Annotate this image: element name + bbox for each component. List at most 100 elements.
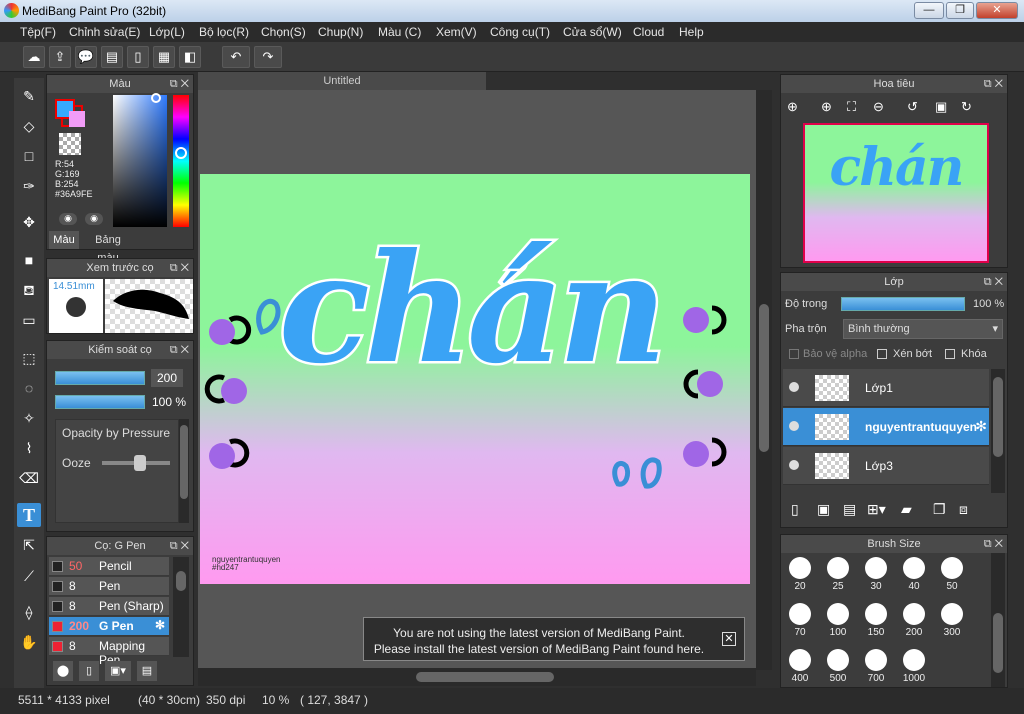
- panel-controls-icon[interactable]: ⧉ ✕: [984, 75, 1003, 93]
- brush-size-scrollbar[interactable]: [991, 553, 1005, 687]
- blend-mode-select[interactable]: Bình thường ▾: [843, 319, 1003, 339]
- brush-size-cell[interactable]: 500: [819, 645, 857, 687]
- select-rect-icon[interactable]: ⬚: [17, 346, 41, 370]
- visibility-icon[interactable]: [789, 460, 799, 470]
- move-icon[interactable]: ✥: [17, 210, 41, 234]
- grid-icon[interactable]: ▦: [153, 46, 175, 68]
- fill-square-icon[interactable]: ■: [17, 248, 41, 272]
- magic-wand-icon[interactable]: ✧: [17, 406, 41, 430]
- brush-settings-gear-icon[interactable]: ✻: [155, 618, 165, 632]
- panel-controls-icon[interactable]: ⧉ ✕: [984, 273, 1003, 291]
- rectangle-icon[interactable]: □: [17, 144, 41, 168]
- menu-select[interactable]: Chọn(S): [261, 25, 306, 39]
- text-icon[interactable]: T: [17, 503, 41, 527]
- brush-item-pencil[interactable]: 50 Pencil: [49, 557, 169, 576]
- folder-icon[interactable]: ▰: [901, 501, 912, 518]
- panel-controls-icon[interactable]: ⧉ ✕: [170, 537, 189, 555]
- new-brush-icon[interactable]: ▯: [79, 661, 99, 681]
- bucket-icon[interactable]: ⛾: [17, 278, 41, 302]
- hue-cursor[interactable]: [175, 147, 187, 159]
- visibility-icon[interactable]: [789, 421, 799, 431]
- brush-opacity-value[interactable]: 100 %: [147, 393, 191, 411]
- clipping-checkbox[interactable]: [877, 349, 887, 359]
- new-layer-icon[interactable]: ▯: [791, 501, 799, 518]
- eyedropper-icon[interactable]: ⟠: [17, 600, 41, 624]
- lasso-icon[interactable]: ◌: [17, 376, 41, 400]
- brush-size-cell[interactable]: 400: [781, 645, 819, 687]
- brush-size-cell[interactable]: 1000: [895, 645, 933, 687]
- redo-icon[interactable]: ↷: [254, 46, 282, 68]
- brush-size-cell[interactable]: 30: [857, 553, 895, 597]
- tab-color[interactable]: Màu: [49, 231, 79, 249]
- rotate-left-icon[interactable]: ↺: [907, 99, 918, 115]
- zoom-fit-icon[interactable]: ⊕: [787, 99, 798, 115]
- brush-item-pen-sharp[interactable]: 8 Pen (Sharp): [49, 597, 169, 616]
- panel-controls-icon[interactable]: ⧉ ✕: [170, 341, 189, 359]
- brush-size-cell[interactable]: 300: [933, 599, 971, 643]
- panel-icon[interactable]: ◧: [179, 46, 201, 68]
- zoom-out-icon[interactable]: ⊖: [873, 99, 884, 115]
- rotate-right-icon[interactable]: ↻: [961, 99, 972, 115]
- menu-view[interactable]: Xem(V): [436, 25, 477, 39]
- panel-controls-icon[interactable]: ⧉ ✕: [170, 75, 189, 93]
- layer-item-1[interactable]: Lớp1: [783, 369, 989, 407]
- transparent-swatch[interactable]: [59, 133, 81, 155]
- menu-color[interactable]: Màu (C): [378, 25, 421, 39]
- new-layer-8bit-icon[interactable]: ▣: [817, 501, 830, 518]
- brush-size-cell[interactable]: 150: [857, 599, 895, 643]
- brush-settings-icon[interactable]: ▤: [137, 661, 157, 681]
- brush-size-slider[interactable]: [55, 371, 145, 385]
- close-button[interactable]: ✕: [976, 2, 1018, 19]
- minimize-button[interactable]: —: [914, 2, 944, 19]
- canvas-vertical-scrollbar[interactable]: [756, 90, 772, 670]
- layer-item-2[interactable]: nguyentrantuquyen ✻: [783, 408, 989, 446]
- brush-size-cell[interactable]: 700: [857, 645, 895, 687]
- brush-list-scrollbar[interactable]: [173, 557, 189, 657]
- artwork-canvas[interactable]: chán nguyentrantuquyen #hd247: [200, 174, 750, 584]
- protect-alpha-checkbox[interactable]: [789, 349, 799, 359]
- maximize-button[interactable]: ❐: [946, 2, 974, 19]
- menu-capture[interactable]: Chup(N): [318, 25, 363, 39]
- fit-window-icon[interactable]: ⛶: [847, 99, 856, 115]
- visibility-icon[interactable]: [789, 382, 799, 392]
- brush-opacity-slider[interactable]: [55, 395, 145, 409]
- menu-tools[interactable]: Công cụ(T): [490, 25, 550, 39]
- brush-size-cell[interactable]: 200: [895, 599, 933, 643]
- select-eraser-icon[interactable]: ⌫: [17, 466, 41, 490]
- new-layer-1bit-icon[interactable]: ▤: [843, 501, 856, 518]
- brush-size-cell[interactable]: 50: [933, 553, 971, 597]
- share-icon[interactable]: ⇪: [49, 46, 71, 68]
- layer-item-3[interactable]: Lớp3: [783, 447, 989, 485]
- brush-item-g-pen[interactable]: 200 G Pen ✻: [49, 617, 169, 636]
- brush-size-cell[interactable]: 100: [819, 599, 857, 643]
- opacity-by-pressure-label[interactable]: Opacity by Pressure: [62, 426, 170, 440]
- operation-icon[interactable]: ⇱: [17, 533, 41, 557]
- brush-size-cell[interactable]: 20: [781, 553, 819, 597]
- comment-icon[interactable]: ▤: [101, 46, 123, 68]
- select-pen-icon[interactable]: ⌇: [17, 436, 41, 460]
- menu-filter[interactable]: Bộ lọc(R): [199, 25, 249, 39]
- canvas-horizontal-scrollbar[interactable]: [198, 668, 756, 686]
- color-mode-icon[interactable]: ◉: [59, 213, 77, 225]
- tab-palette[interactable]: Bảng màu: [83, 231, 133, 264]
- cloud-icon[interactable]: ☁: [23, 46, 45, 68]
- duplicate-layer-icon[interactable]: ❐: [933, 501, 946, 518]
- layer-settings-gear-icon[interactable]: ✻: [975, 418, 987, 435]
- notification-line-2[interactable]: Please install the latest version of Med…: [364, 642, 714, 656]
- brush-size-cell[interactable]: 70: [781, 599, 819, 643]
- add-brush-icon[interactable]: ▣▾: [105, 661, 131, 681]
- dropper-icon[interactable]: ⟋: [17, 564, 41, 588]
- update-notification[interactable]: You are not using the latest version of …: [363, 617, 745, 661]
- brush-item-pen[interactable]: 8 Pen: [49, 577, 169, 596]
- document-tab[interactable]: Untitled: [198, 72, 486, 90]
- flip-icon[interactable]: ▣: [935, 99, 947, 115]
- panel-controls-icon[interactable]: ⧉ ✕: [984, 535, 1003, 553]
- pen-icon[interactable]: ✑: [17, 174, 41, 198]
- sv-cursor[interactable]: [151, 93, 161, 103]
- menu-layer[interactable]: Lớp(L): [149, 25, 185, 39]
- brush-cloud-icon[interactable]: ⬤: [53, 661, 73, 681]
- brush-item-mapping-pen[interactable]: 8 Mapping Pen: [49, 637, 169, 667]
- page-icon[interactable]: ▯: [127, 46, 149, 68]
- lock-checkbox[interactable]: [945, 349, 955, 359]
- brush-size-cell[interactable]: 25: [819, 553, 857, 597]
